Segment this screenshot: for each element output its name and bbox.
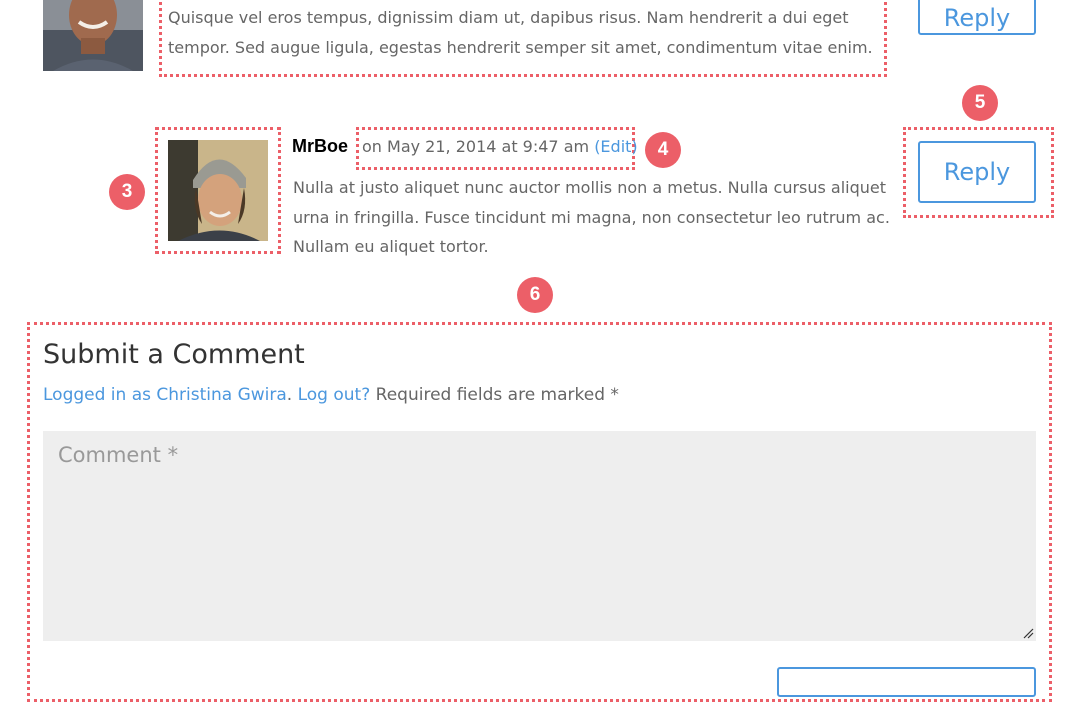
comment-text-line: tempor. Sed augue ligula, egestas hendre… — [168, 37, 873, 57]
comment-body: Nulla at justo aliquet nunc auctor molli… — [293, 173, 903, 262]
comment-text-line: urna in fringilla. Fusce tincidunt mi ma… — [293, 207, 890, 227]
avatar-photo-man — [43, 0, 143, 71]
edit-link[interactable]: (Edit) — [594, 137, 637, 156]
comment-avatar — [43, 0, 143, 71]
annotation-badge-6: 6 — [517, 277, 553, 313]
annotation-badge-4: 4 — [645, 132, 681, 168]
reply-button[interactable]: Reply — [918, 141, 1036, 203]
logged-in-separator: . — [286, 385, 293, 405]
comment-meta: on May 21, 2014 at 9:47 am (Edit) — [362, 137, 638, 156]
comment-avatar — [168, 140, 268, 241]
comment-text-line: Nulla at justo aliquet nunc auctor molli… — [293, 178, 887, 197]
reply-button-label: Reply — [943, 158, 1011, 186]
form-title: Submit a Comment — [43, 339, 305, 370]
logout-link[interactable]: Log out? — [298, 385, 371, 405]
comment-author: MrBoe — [292, 136, 349, 156]
comment-date: on May 21, 2014 at 9:47 am — [362, 137, 590, 156]
comment-text-line: Nullam eu aliquet tortor. — [293, 237, 489, 256]
annotation-badge-3: 3 — [109, 174, 145, 210]
reply-button[interactable]: Reply — [918, 0, 1036, 35]
required-note: Required fields are marked * — [375, 385, 619, 405]
annotation-badge-5: 5 — [962, 85, 998, 121]
submit-button[interactable] — [777, 667, 1036, 697]
logged-in-link[interactable]: Logged in as Christina Gwira — [43, 385, 287, 405]
reply-button-label: Reply — [943, 3, 1011, 32]
comment-text-line: Quisque vel eros tempus, dignissim diam … — [168, 8, 849, 27]
comment-body: Quisque vel eros tempus, dignissim diam … — [168, 3, 888, 62]
logged-in-line: Logged in as Christina Gwira. Log out? R… — [43, 385, 619, 405]
avatar-photo-mrboe — [168, 140, 268, 241]
comment-textarea[interactable]: Comment * — [43, 431, 1036, 641]
comment-placeholder: Comment * — [58, 443, 179, 467]
textarea-resize-icon[interactable] — [1023, 628, 1034, 639]
